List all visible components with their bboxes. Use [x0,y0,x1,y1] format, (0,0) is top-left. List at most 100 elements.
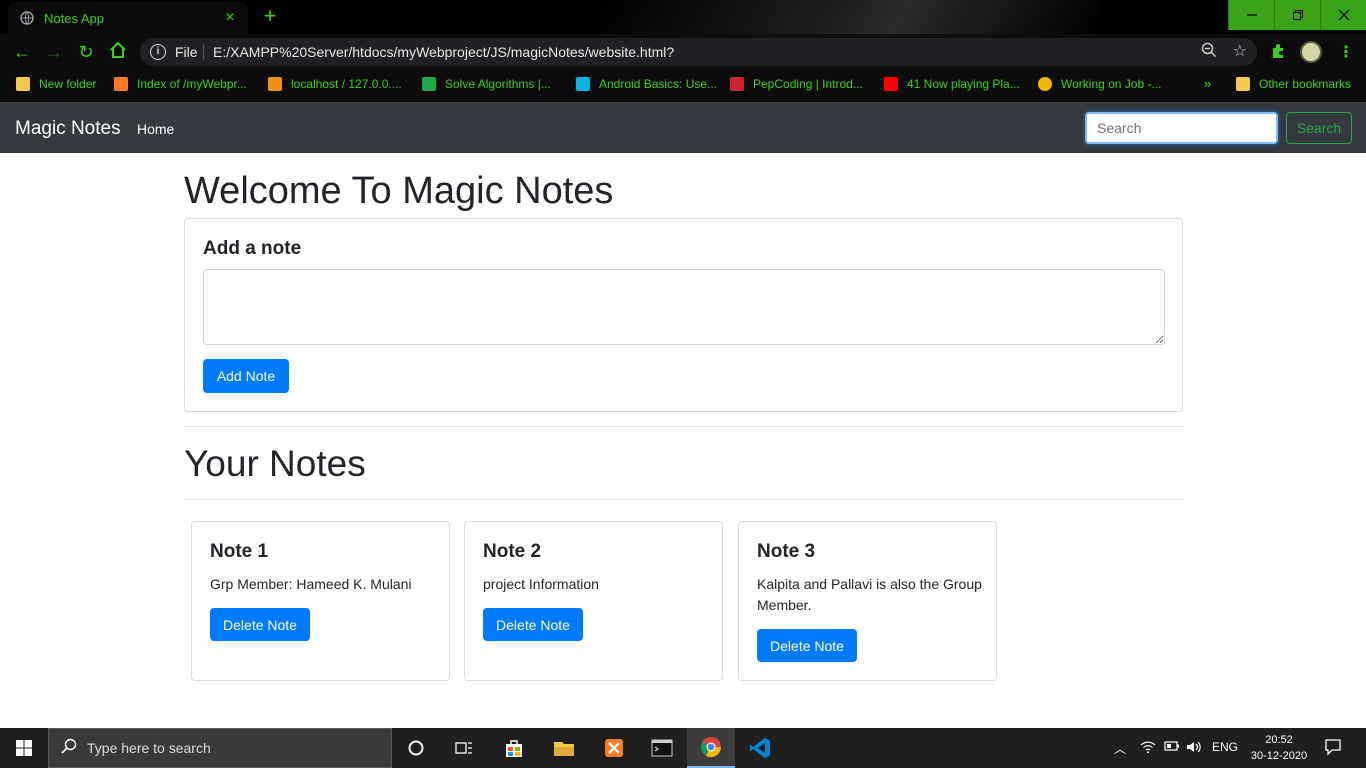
note-title: Note 3 [757,541,816,562]
home-icon[interactable] [106,41,130,63]
minimize-button[interactable] [1228,0,1274,30]
bookmark-label: New folder [39,77,97,91]
cortana-icon[interactable] [392,728,440,768]
language-indicator[interactable]: ENG [1212,740,1238,754]
bookmark-item[interactable]: 41 Now playing Pla... [884,77,1020,91]
more-bookmarks-chevron-icon[interactable]: » [1204,76,1211,91]
search-icon [61,738,77,759]
taskbar-search-box[interactable]: Type here to search [48,728,392,768]
nav-home-link[interactable]: Home [137,121,174,137]
notes-heading: Your Notes [184,443,366,484]
browser-tabstrip: Notes App × + [0,0,1366,34]
note-card: Note 1 Grp Member: Hameed K. Mulani Dele… [191,521,450,681]
bookmark-label: PepCoding | Introd... [753,77,863,91]
search-input[interactable] [1085,112,1278,144]
delete-note-button[interactable]: Delete Note [210,608,310,641]
wifi-icon[interactable] [1140,740,1156,757]
address-scheme: File [175,44,198,60]
close-window-button[interactable] [1320,0,1366,30]
menu-kebab-icon[interactable]: ⋮ [1338,42,1354,62]
browser-toolbar: ← → ↻ i File E:/XAMPP%20Server/htdocs/my… [0,34,1366,70]
page-title: Welcome To Magic Notes [184,170,614,212]
bookmark-item[interactable]: PepCoding | Introd... [730,77,863,91]
chrome-icon[interactable] [687,728,735,768]
clock-time: 20:52 [1265,734,1293,746]
bookmark-label: Android Basics: Use... [599,77,718,91]
bookmark-label: Solve Algorithms |... [445,77,551,91]
new-tab-button[interactable]: + [256,5,284,29]
bookmark-star-icon[interactable]: ☆ [1233,41,1247,61]
hackerrank-icon [422,77,436,91]
notifications-icon[interactable] [1324,738,1342,759]
taskbar-search-placeholder: Type here to search [87,740,211,756]
terminal-icon[interactable] [638,728,686,768]
tab-title: Notes App [44,10,104,26]
bookmark-item[interactable]: Working on Job -... [1038,77,1162,91]
close-icon [1338,9,1349,21]
divider [184,499,1183,500]
add-note-title: Add a note [203,238,302,259]
restore-button[interactable] [1274,0,1320,30]
back-arrow-icon[interactable]: ← [10,41,34,63]
info-icon[interactable]: i [150,44,166,60]
brand-logo-text[interactable]: Magic Notes [15,118,121,140]
address-separator [203,44,204,60]
add-note-button[interactable]: Add Note [203,359,289,393]
youtube-icon [884,77,898,91]
other-bookmarks[interactable]: Other bookmarks [1236,77,1351,91]
windows-start-button[interactable] [0,728,48,768]
volume-icon[interactable] [1186,740,1202,757]
restore-icon [1292,9,1303,21]
chevron-up-icon[interactable]: ︿ [1114,740,1126,757]
clock[interactable]: 20:52 30-12-2020 [1250,732,1308,764]
address-bar[interactable]: i File E:/XAMPP%20Server/htdocs/myWebpro… [140,38,1257,66]
extensions-icon[interactable] [1270,43,1286,64]
note-text: project Information [483,576,599,592]
folder-icon [1236,77,1250,91]
folder-icon [16,77,30,91]
clock-date: 30-12-2020 [1250,750,1308,762]
bookmark-item[interactable]: localhost / 127.0.0.... [268,77,402,91]
bookmark-item[interactable]: Solve Algorithms |... [422,77,551,91]
theme-decoration [600,0,1100,34]
app-navbar: Magic Notes Home Search [0,102,1366,153]
note-card: Note 3 Kalpita and Pallavi is also the G… [738,521,997,681]
browser-tab[interactable]: Notes App × [8,2,248,34]
windows-taskbar: Type here to search ︿ ENG 20:52 30-12-20… [0,728,1366,768]
bookmark-label: Index of /myWebpr... [137,77,247,91]
delete-note-button[interactable]: Delete Note [483,608,583,641]
note-textarea[interactable] [203,269,1165,345]
window-controls [1228,0,1366,30]
task-view-icon[interactable] [440,728,488,768]
delete-note-button[interactable]: Delete Note [757,629,857,662]
forward-arrow-icon[interactable]: → [42,41,66,63]
bookmark-item[interactable]: Index of /myWebpr... [114,77,247,91]
add-note-card: Add a note Add Note [184,218,1183,412]
profile-avatar[interactable] [1300,41,1322,63]
reload-icon[interactable]: ↻ [74,41,98,63]
vscode-icon[interactable] [736,728,784,768]
battery-icon[interactable] [1164,740,1180,755]
search-button[interactable]: Search [1286,112,1352,144]
sun-icon [1038,77,1052,91]
bookmark-label: Other bookmarks [1259,77,1352,91]
xampp-icon [114,77,128,91]
address-url[interactable]: E:/XAMPP%20Server/htdocs/myWebproject/JS… [213,44,674,60]
globe-icon [20,11,34,25]
close-tab-icon[interactable]: × [218,9,242,27]
xampp-icon[interactable] [590,728,638,768]
windows-logo-icon [16,740,32,756]
bookmark-item[interactable]: Android Basics: Use... [576,77,717,91]
file-explorer-icon[interactable] [540,728,588,768]
minimize-icon [1246,14,1257,16]
store-icon[interactable] [490,728,538,768]
note-text: Kalpita and Pallavi is also the Group Me… [757,576,982,613]
phpmyadmin-icon [268,77,282,91]
bookmark-item[interactable]: New folder [16,77,96,91]
pepcoding-icon [730,77,744,91]
bookmarks-bar: New folder Index of /myWebpr... localhos… [0,70,1366,102]
note-card: Note 2 project Information Delete Note [464,521,723,681]
zoom-icon[interactable] [1201,42,1217,62]
udacity-icon [576,77,590,91]
bookmark-label: localhost / 127.0.0.... [291,77,402,91]
